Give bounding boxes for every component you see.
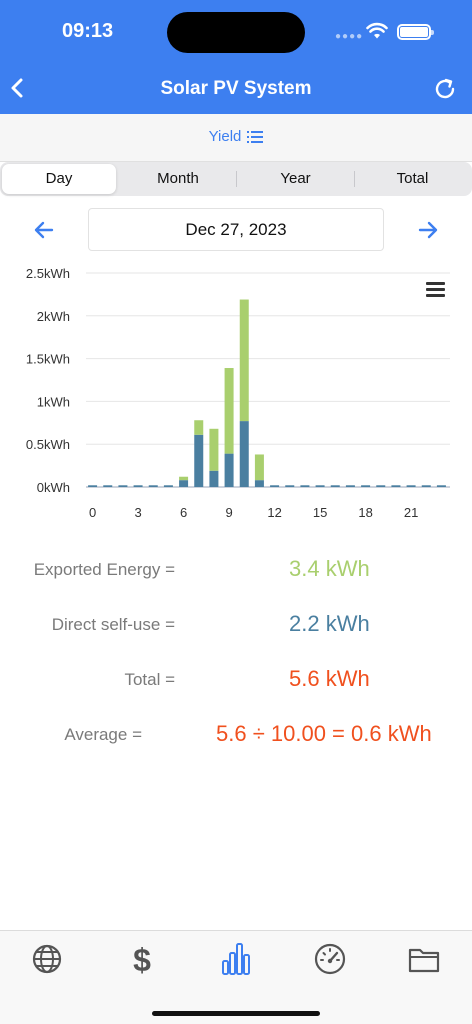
average-label: Average =	[64, 725, 142, 744]
self-use-label: Direct self-use =	[51, 615, 175, 634]
bar-self-use	[300, 485, 310, 487]
chart-bars	[88, 299, 446, 487]
bar-self-use	[285, 485, 295, 487]
bar-self-use	[118, 485, 128, 487]
total-value: 5.6 kWh	[289, 666, 370, 691]
period-segmented-control: Day Month Year Total	[0, 162, 472, 196]
dollar-icon[interactable]: $	[124, 941, 160, 977]
dynamic-island	[167, 12, 305, 53]
exported-energy-row: Exported Energy = 3.4 kWh	[0, 556, 472, 590]
globe-icon[interactable]	[29, 941, 65, 977]
tab-month[interactable]: Month	[120, 164, 236, 194]
signal-icon: ●●●●	[335, 31, 364, 42]
subheader: Yield	[0, 114, 472, 162]
bar-exported	[239, 299, 249, 422]
x-tick-label: 6	[180, 505, 187, 520]
bar-self-use	[239, 421, 249, 487]
arrow-right-icon[interactable]	[416, 218, 440, 242]
navigation-bar: Solar PV System	[0, 62, 472, 114]
bar-chart-icon[interactable]	[218, 941, 254, 977]
x-tick-label: 21	[404, 505, 418, 520]
bar-self-use	[254, 480, 264, 487]
bar-exported	[224, 368, 234, 454]
status-bar: 09:13 ●●●●	[0, 0, 472, 62]
bar-self-use	[345, 485, 355, 487]
bar-self-use	[209, 470, 219, 487]
average-row: Average = 5.6 ÷ 10.00 = 0.6 kWh	[0, 721, 472, 755]
page-title: Solar PV System	[160, 78, 312, 99]
bar-self-use	[361, 485, 371, 487]
average-value: 5.6 ÷ 10.00 = 0.6 kWh	[216, 721, 432, 746]
x-tick-label: 3	[134, 505, 141, 520]
bar-exported	[179, 476, 189, 481]
bar-self-use	[391, 485, 401, 487]
bar-self-use	[376, 485, 386, 487]
x-tick-label: 9	[225, 505, 232, 520]
bar-self-use	[270, 485, 280, 487]
yield-menu-button[interactable]: Yield	[0, 128, 472, 145]
bar-self-use	[194, 434, 204, 487]
tab-total[interactable]: Total	[355, 164, 470, 194]
bar-exported	[254, 454, 264, 481]
home-indicator	[152, 1011, 320, 1016]
bar-self-use	[103, 485, 113, 487]
total-label: Total =	[124, 670, 175, 689]
hamburger-icon[interactable]	[426, 282, 445, 297]
y-tick-label: 1kWh	[37, 394, 70, 409]
status-time: 09:13	[62, 20, 114, 42]
tab-bar: $	[0, 930, 472, 1024]
svg-text:$: $	[133, 942, 151, 977]
self-use-row: Direct self-use = 2.2 kWh	[0, 611, 472, 645]
x-tick-label: 18	[358, 505, 372, 520]
date-selector: Dec 27, 2023	[0, 208, 472, 252]
tab-day[interactable]: Day	[2, 164, 116, 194]
bar-self-use	[163, 485, 173, 487]
y-tick-label: 2kWh	[37, 309, 70, 324]
bar-exported	[209, 428, 219, 471]
bar-exported	[194, 420, 204, 435]
chart-y-ticks: 0kWh 0.5kWh 1kWh 1.5kWh 2kWh 2.5kWh	[26, 266, 70, 495]
bar-self-use	[133, 485, 143, 487]
x-tick-label: 15	[313, 505, 327, 520]
yield-bar-chart: 0kWh 0.5kWh 1kWh 1.5kWh 2kWh 2.5kWh 0 3 6 9 12 15 1…	[26, 266, 450, 520]
exported-energy-label: Exported Energy =	[33, 560, 175, 579]
bar-self-use	[421, 485, 431, 487]
x-tick-label: 0	[89, 505, 96, 520]
bar-self-use	[179, 480, 189, 487]
bar-self-use	[330, 485, 340, 487]
y-tick-label: 0kWh	[37, 480, 70, 495]
bar-self-use	[436, 485, 446, 487]
chart-grid	[86, 272, 450, 488]
bar-self-use	[315, 485, 325, 487]
folder-icon[interactable]	[406, 941, 442, 977]
speedometer-icon[interactable]	[312, 941, 348, 977]
bar-self-use	[88, 485, 98, 487]
bar-self-use	[148, 485, 158, 487]
y-tick-label: 1.5kWh	[26, 352, 70, 367]
y-tick-label: 2.5kWh	[26, 266, 70, 281]
exported-energy-value: 3.4 kWh	[289, 556, 370, 581]
x-tick-label: 12	[267, 505, 281, 520]
refresh-icon[interactable]	[432, 76, 458, 102]
yield-label: Yield	[208, 128, 242, 145]
tab-year[interactable]: Year	[237, 164, 354, 194]
bar-self-use	[406, 485, 416, 487]
total-row: Total = 5.6 kWh	[0, 666, 472, 700]
arrow-left-icon[interactable]	[32, 218, 56, 242]
bar-self-use	[224, 453, 234, 487]
chart-x-ticks: 0 3 6 9 12 15 18 21	[89, 505, 418, 520]
date-field[interactable]: Dec 27, 2023	[88, 208, 384, 251]
battery-icon	[397, 24, 434, 40]
y-tick-label: 0.5kWh	[26, 437, 70, 452]
self-use-value: 2.2 kWh	[289, 611, 370, 636]
wifi-icon	[366, 22, 388, 39]
list-icon	[247, 131, 264, 144]
